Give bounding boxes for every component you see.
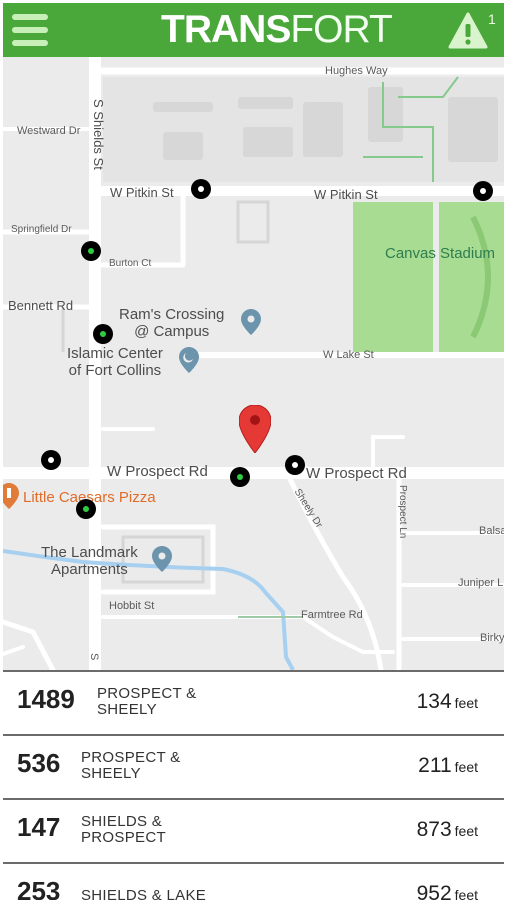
stop-distance: 134 feet — [417, 690, 478, 714]
stop-number: 147 — [17, 812, 61, 842]
stop-distance-unit: feet — [454, 823, 478, 839]
map-label-islamic-center: Islamic Center of Fort Collins — [67, 345, 163, 379]
app-header: TRANSFORT 1 — [3, 3, 504, 57]
map-label-s-shields-st: S Shields St — [91, 99, 106, 170]
map-label-springfield-dr: Springfield Dr — [11, 224, 72, 235]
map-label-w-lake-st: W Lake St — [323, 349, 374, 361]
map-label-birky: Birky — [480, 632, 504, 644]
map-poi-pin-icon[interactable] — [152, 546, 172, 572]
map-view[interactable]: Hughes Way Westward Dr S Shields St W Pi… — [3, 57, 504, 670]
stop-name: PROSPECT & SHEELY — [97, 685, 197, 718]
stop-row-536[interactable]: 536 PROSPECT & SHEELY 211 feet — [3, 736, 504, 800]
logo-bold-text: TRANS — [161, 8, 291, 51]
stop-distance-value: 134 — [416, 690, 452, 713]
map-label-rams-crossing: Ram's Crossing @ Campus — [119, 306, 225, 340]
map-label-hughes-way: Hughes Way — [325, 65, 388, 77]
stop-distance: 211 feet — [418, 754, 478, 778]
stop-row-147[interactable]: 147 SHIELDS & PROSPECT 873 feet — [3, 800, 504, 864]
map-label-prospect-ln: Prospect Ln — [397, 485, 408, 539]
nearby-stops-list: 1489 PROSPECT & SHEELY 134 feet 536 PROSP… — [3, 670, 504, 900]
alert-count-badge: 1 — [488, 11, 496, 27]
map-label-farmtree-rd: Farmtree Rd — [301, 609, 363, 621]
stop-distance-unit: feet — [454, 695, 478, 711]
stop-row-1489[interactable]: 1489 PROSPECT & SHEELY 134 feet — [3, 670, 504, 736]
app-logo: TRANSFORT — [161, 8, 393, 52]
stop-name: PROSPECT & SHEELY — [81, 749, 181, 782]
bus-stop-marker[interactable] — [93, 324, 113, 344]
map-label-hobbit-st: Hobbit St — [109, 600, 155, 612]
stop-distance-unit: feet — [454, 759, 478, 775]
map-label-w-pitkin-st-2: W Pitkin St — [314, 187, 378, 202]
map-poi-pin-icon[interactable] — [179, 347, 199, 373]
stop-number: 253 — [17, 876, 61, 900]
map-label-balsa: Balsa — [479, 525, 504, 537]
stop-distance-value: 873 — [416, 818, 452, 841]
hamburger-menu-icon[interactable] — [12, 13, 48, 47]
stop-distance: 952 feet — [417, 882, 478, 900]
map-label-landmark-apartments: The Landmark Apartments — [41, 544, 138, 578]
bus-stop-marker[interactable] — [473, 181, 493, 201]
map-poi-pin-icon[interactable] — [3, 483, 19, 509]
warning-triangle-icon[interactable] — [448, 12, 488, 50]
map-label-canvas-stadium: Canvas Stadium — [385, 245, 496, 262]
map-label-s-shields-bottom: S — [88, 653, 100, 661]
map-label-w-pitkin-st-1: W Pitkin St — [110, 185, 174, 200]
stop-distance-value: 952 — [416, 882, 452, 900]
logo-light-text: FORT — [290, 8, 392, 51]
map-label-bennett-rd: Bennett Rd — [8, 298, 74, 313]
bus-stop-marker[interactable] — [230, 467, 250, 487]
stop-name: SHIELDS & LAKE — [81, 887, 207, 900]
stop-name: SHIELDS & PROSPECT — [81, 813, 166, 846]
map-label-w-prospect-rd-2: W Prospect Rd — [306, 465, 407, 482]
stop-row-253[interactable]: 253 SHIELDS & LAKE 952 feet — [3, 864, 504, 900]
app-screen: TRANSFORT 1 Hughes Way Westward Dr S Shi… — [3, 3, 504, 900]
map-label-burton-ct: Burton Ct — [109, 258, 152, 269]
stop-distance: 873 feet — [417, 818, 478, 842]
bus-stop-marker[interactable] — [81, 241, 101, 261]
stop-distance-value: 211 — [418, 754, 452, 777]
map-label-juniper: Juniper L — [458, 577, 504, 589]
bus-stop-marker[interactable] — [285, 455, 305, 475]
map-poi-pin-icon[interactable] — [241, 309, 261, 335]
stop-number: 1489 — [17, 684, 75, 714]
stop-distance-unit: feet — [454, 887, 478, 900]
bus-stop-marker[interactable] — [191, 179, 211, 199]
stop-number: 536 — [17, 748, 61, 778]
map-label-westward-dr: Westward Dr — [17, 125, 81, 137]
map-label-w-prospect-rd-1: W Prospect Rd — [107, 463, 208, 480]
current-location-pin-icon — [239, 405, 271, 453]
bus-stop-marker[interactable] — [76, 499, 96, 519]
bus-stop-marker[interactable] — [41, 450, 61, 470]
